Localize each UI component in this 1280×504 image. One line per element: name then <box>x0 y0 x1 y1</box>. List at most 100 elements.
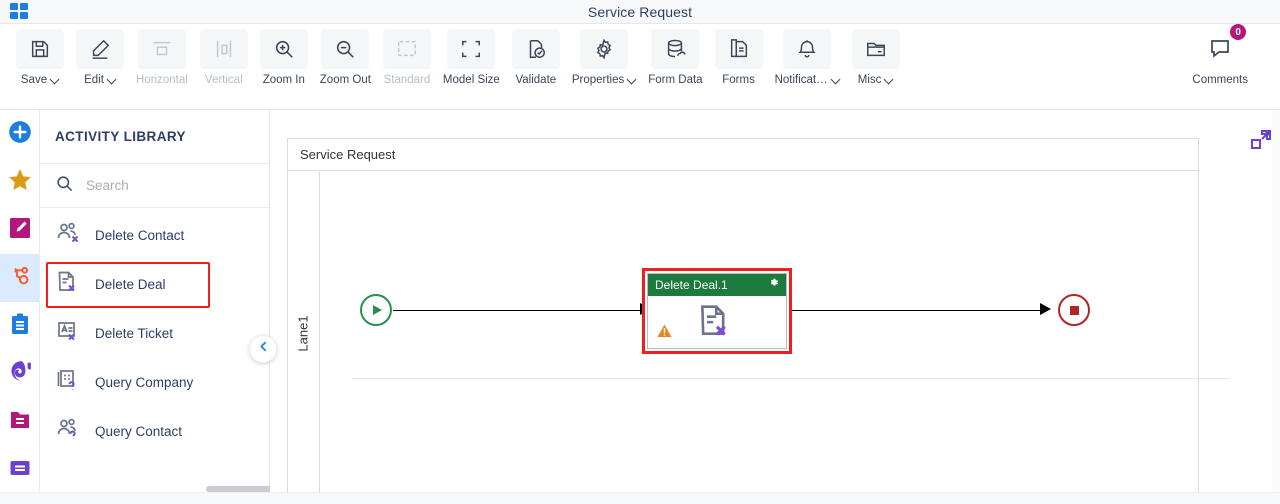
toolbar-button-zoom-in[interactable]: Zoom In <box>254 29 314 86</box>
toolbar-label: Horizontal <box>136 74 188 86</box>
toolbar-button-horizontal[interactable]: Horizontal <box>130 29 194 86</box>
activity-item-query-company[interactable]: Query Company <box>40 358 269 407</box>
toolbar-button-notifications[interactable]: Notificat… <box>769 29 846 86</box>
query-company-icon <box>56 368 82 397</box>
lane-label-text: Lane1 <box>296 314 311 352</box>
activity-item-label: Query Contact <box>95 424 183 439</box>
canvas-vertical-scrollbar[interactable] <box>1272 110 1280 492</box>
search-row[interactable] <box>40 164 269 208</box>
toolbar-label: Validate <box>515 74 557 86</box>
activity-item-delete-ticket[interactable]: Delete Ticket <box>40 309 269 358</box>
gear-icon <box>580 29 629 69</box>
plus-circle-icon <box>7 119 33 150</box>
toolbar-button-edit[interactable]: Edit <box>70 29 130 86</box>
model-size-icon <box>447 29 496 69</box>
rail-item-files[interactable] <box>0 398 39 446</box>
arrowhead-2 <box>1040 303 1051 315</box>
task-title: Delete Deal.1 <box>655 278 728 292</box>
task-header: Delete Deal.1 <box>648 274 786 296</box>
chevron-left-icon <box>257 340 270 358</box>
start-event[interactable] <box>360 294 392 326</box>
rail-item-list[interactable] <box>0 446 39 494</box>
toolbar-label: Zoom In <box>262 74 305 86</box>
toolbar-label: Misc <box>857 74 882 86</box>
pencil-edit-icon <box>76 29 124 69</box>
folder-icon <box>851 29 900 69</box>
clipboard-icon <box>8 312 32 341</box>
chevron-down-icon <box>108 76 116 84</box>
activity-item-label: Delete Ticket <box>95 326 174 341</box>
play-triangle-icon <box>373 305 382 315</box>
chevron-down-icon <box>885 76 893 84</box>
toolbar-button-form-data[interactable]: Form Data <box>642 29 708 86</box>
lane-label: Lane1 <box>288 172 320 492</box>
canvas-horizontal-scrollbar[interactable] <box>0 492 1280 504</box>
search-icon <box>55 174 74 198</box>
toolbar-button-validate[interactable]: Validate <box>506 29 566 86</box>
database-icon <box>651 29 700 69</box>
gear-icon[interactable] <box>767 276 780 294</box>
save-floppy-icon <box>16 29 64 69</box>
star-icon <box>7 167 33 198</box>
sequence-flow-2[interactable] <box>792 309 1041 311</box>
activity-item-delete-deal[interactable]: Delete Deal <box>40 260 269 309</box>
activity-item-label: Delete Deal <box>95 277 166 292</box>
toolbar-label: Standard <box>383 74 431 86</box>
list-card-icon <box>8 456 32 485</box>
chevron-down-icon <box>832 76 840 84</box>
toolbar-button-save[interactable]: Save <box>10 29 70 86</box>
warning-triangle-icon <box>656 323 673 344</box>
zoom-out-icon <box>321 29 370 69</box>
toolbar-button-misc[interactable]: Misc <box>846 29 906 86</box>
hubspot-sprocket-icon <box>7 263 32 293</box>
activity-item-query-contact[interactable]: Query Contact <box>40 407 269 456</box>
toolbar: Save Edit Horizontal Vertical Zoom In Zo… <box>0 24 1280 110</box>
swirl-icon <box>7 359 33 390</box>
standard-size-icon <box>382 29 431 69</box>
toolbar-button-forms[interactable]: Forms <box>709 29 769 86</box>
page-title: Service Request <box>587 3 693 20</box>
pencil-square-icon <box>8 216 32 245</box>
rail-item-design[interactable] <box>0 206 39 254</box>
rail-item-analytics[interactable] <box>0 350 39 398</box>
search-input[interactable] <box>86 178 236 193</box>
rail-item-add-new[interactable] <box>0 110 39 158</box>
rail-item-favorites[interactable] <box>0 158 39 206</box>
toolbar-button-vertical[interactable]: Vertical <box>194 29 254 86</box>
activity-item-label: Delete Contact <box>95 228 185 243</box>
toolbar-label: Comments <box>1192 74 1248 86</box>
sequence-flow-1[interactable] <box>393 309 643 311</box>
rail-item-hubspot[interactable] <box>0 254 39 302</box>
chevron-down-icon <box>51 76 59 84</box>
toolbar-label: Zoom Out <box>319 74 371 86</box>
lane-body[interactable]: Delete Deal.1 <box>320 172 1230 492</box>
vertical-align-icon <box>199 29 248 69</box>
process-pool[interactable]: Service Request Lane1 Delete Deal.1 <box>287 138 1230 492</box>
toolbar-label: Forms <box>722 74 755 86</box>
activity-item-delete-contact[interactable]: Delete Contact <box>40 211 269 260</box>
collapse-panel-button[interactable] <box>249 335 277 363</box>
task-delete-deal[interactable]: Delete Deal.1 <box>642 268 792 354</box>
end-event[interactable] <box>1058 294 1090 326</box>
swimlane: Lane1 Delete Deal.1 <box>288 172 1230 492</box>
toolbar-button-model-size[interactable]: Model Size <box>437 29 506 86</box>
bell-icon <box>783 29 832 69</box>
diagram-canvas[interactable]: Service Request Lane1 Delete Deal.1 <box>270 110 1280 492</box>
waffle-grid-icon[interactable] <box>10 3 30 21</box>
expand-fullscreen-icon[interactable] <box>1249 128 1273 157</box>
toolbar-label: Vertical <box>204 74 243 86</box>
toolbar-label: Model Size <box>442 74 500 86</box>
toolbar-button-zoom-out[interactable]: Zoom Out <box>314 29 377 86</box>
toolbar-label: Save <box>20 74 48 86</box>
folder-lines-icon <box>8 408 32 437</box>
query-contact-icon <box>56 417 82 446</box>
document-copy-icon <box>714 29 763 69</box>
toolbar-button-properties[interactable]: Properties <box>566 29 642 86</box>
horizontal-align-icon <box>137 29 186 69</box>
delete-ticket-icon <box>56 319 82 348</box>
toolbar-button-standard[interactable]: Standard <box>377 29 437 86</box>
rail-item-tasks[interactable] <box>0 302 39 350</box>
pool-title: Service Request <box>288 139 1198 171</box>
zoom-in-icon <box>259 29 308 69</box>
toolbar-button-comments[interactable]: 0 Comments <box>1186 24 1254 86</box>
